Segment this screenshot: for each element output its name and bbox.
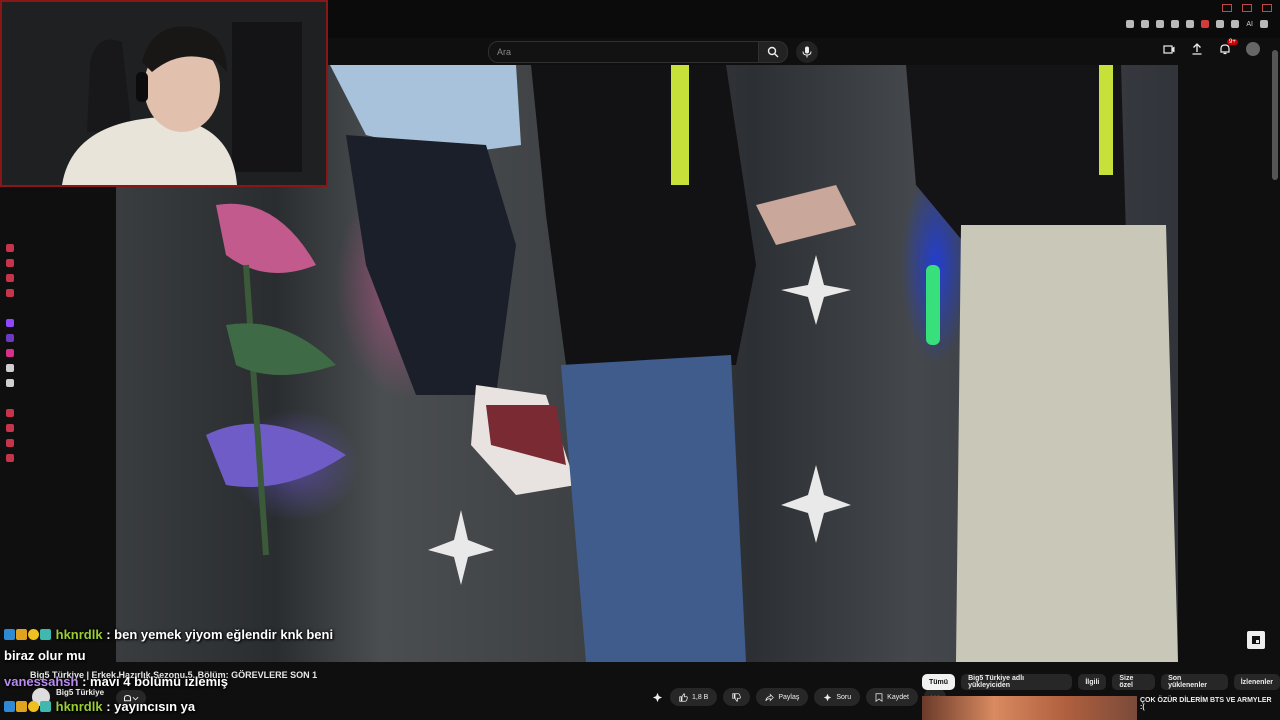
circle-icon [6, 454, 14, 462]
thumbs-down-icon [732, 692, 742, 702]
extension-icon[interactable] [1201, 20, 1210, 28]
page-scrollbar[interactable] [1272, 50, 1278, 180]
chat-text: : mavi 4 bölümü izlemiş [82, 674, 228, 689]
streamer-webcam [2, 2, 326, 185]
channel-name[interactable]: Big5 Türkiye [56, 688, 104, 697]
maximize-icon[interactable] [1242, 4, 1252, 12]
link-icon [6, 244, 14, 252]
chip-from-uploader[interactable]: Big5 Türkiye adlı yükleyiciden [961, 674, 1073, 690]
chat-text: : ben yemek yiyom eğlendir knk beni [106, 627, 334, 642]
header-actions: 9+ [1162, 39, 1260, 56]
instagram-icon [6, 349, 14, 357]
search-icon [767, 46, 779, 58]
download-icon[interactable] [1171, 20, 1180, 28]
twitch-icon [6, 319, 14, 327]
crown-badge-icon [16, 701, 27, 712]
chip-recently-uploaded[interactable]: Son yüklenenler [1161, 674, 1228, 690]
shield-icon[interactable] [1156, 20, 1165, 28]
miniplayer-button[interactable] [1247, 631, 1265, 649]
bookmark-icon [875, 692, 883, 702]
lock-icon[interactable] [1141, 20, 1150, 28]
thumbs-up-icon [679, 692, 688, 702]
clip-button[interactable] [650, 690, 664, 704]
stream-social-icons [6, 244, 14, 462]
shield-icon [6, 274, 14, 282]
save-button[interactable]: Kaydet [866, 688, 918, 706]
gift-badge-icon [40, 701, 51, 712]
sparkle-icon [652, 692, 662, 702]
sub-badge-icon [28, 701, 39, 712]
circle-icon [6, 424, 14, 432]
video-actions: 1,8 B Paylaş Soru Kaydet [650, 688, 946, 706]
chat-message: biraz olur mu [4, 648, 86, 663]
save-icon[interactable] [1231, 20, 1240, 28]
moderator-badge-icon [4, 701, 15, 712]
ai-extension-label[interactable]: AI [1246, 21, 1253, 28]
save-label: Kaydet [887, 693, 909, 701]
search-input[interactable] [489, 43, 755, 61]
dislike-button[interactable] [723, 688, 751, 706]
moderator-badge-icon [4, 629, 15, 640]
chat-message: hknrdlk : yayıncısın ya [4, 699, 195, 714]
chip-related[interactable]: İlgili [1078, 674, 1107, 690]
like-count: 1,8 B [692, 693, 709, 701]
circle-icon [6, 409, 14, 417]
chip-watched[interactable]: İzlenenler [1233, 674, 1280, 690]
share-label: Paylaş [778, 693, 800, 701]
recommendation-filter-chips: Tümü Big5 Türkiye adlı yükleyiciden İlgi… [922, 674, 1280, 690]
notification-badge: 9+ [1227, 39, 1238, 45]
create-button[interactable] [1162, 42, 1176, 56]
crown-badge-icon [16, 629, 27, 640]
account-avatar[interactable] [1246, 42, 1260, 56]
puzzle-icon[interactable] [1216, 20, 1225, 28]
like-button[interactable]: 1,8 B [670, 688, 718, 706]
chat-username: hknrdlk [55, 627, 103, 642]
close-icon[interactable] [1262, 4, 1272, 12]
recommended-video-thumbnail[interactable] [922, 696, 1137, 720]
circle-icon [6, 439, 14, 447]
chip-for-you[interactable]: Size özel [1112, 674, 1156, 690]
create-icon [1163, 45, 1175, 54]
recommended-video-title[interactable]: ÇOK ÖZÜR DİLERİM BTS VE ARMYLER :( [1140, 697, 1275, 711]
search-button[interactable] [758, 41, 788, 63]
x-icon [6, 379, 14, 387]
tiktok-icon [6, 364, 14, 372]
ask-label: Soru [836, 693, 852, 701]
sub-badge-icon [28, 629, 39, 640]
window-controls [1222, 4, 1272, 12]
notifications-button[interactable]: 9+ [1218, 39, 1238, 56]
menu-icon[interactable] [1260, 20, 1268, 28]
search-box[interactable] [488, 41, 760, 63]
minimize-icon[interactable] [1222, 4, 1232, 12]
chat-text: biraz olur mu [4, 648, 86, 663]
share-button[interactable]: Paylaş [756, 688, 809, 706]
browser-extension-icons: AI [1126, 20, 1268, 28]
kick-icon [6, 334, 14, 342]
chat-message: hknrdlk : ben yemek yiyom eğlendir knk b… [4, 627, 333, 642]
upload-button[interactable] [1190, 42, 1204, 56]
youtube-icon [6, 289, 14, 297]
chip-all[interactable]: Tümü [922, 674, 956, 690]
mic-icon [802, 46, 812, 58]
share-icon [765, 693, 775, 701]
ask-button[interactable]: Soru [814, 688, 861, 706]
bookmark-icon[interactable] [1126, 20, 1135, 28]
lock-icon [6, 259, 14, 267]
chat-text: : yayıncısın ya [106, 699, 196, 714]
voice-search-button[interactable] [796, 41, 818, 63]
gift-badge-icon [40, 629, 51, 640]
sparkle-icon [824, 693, 832, 701]
upload-icon [1192, 43, 1202, 55]
heart-icon[interactable] [1186, 20, 1195, 28]
chat-username: hknrdlk [55, 699, 103, 714]
miniplayer-icon [1252, 636, 1260, 644]
webcam-overlay [0, 0, 328, 187]
